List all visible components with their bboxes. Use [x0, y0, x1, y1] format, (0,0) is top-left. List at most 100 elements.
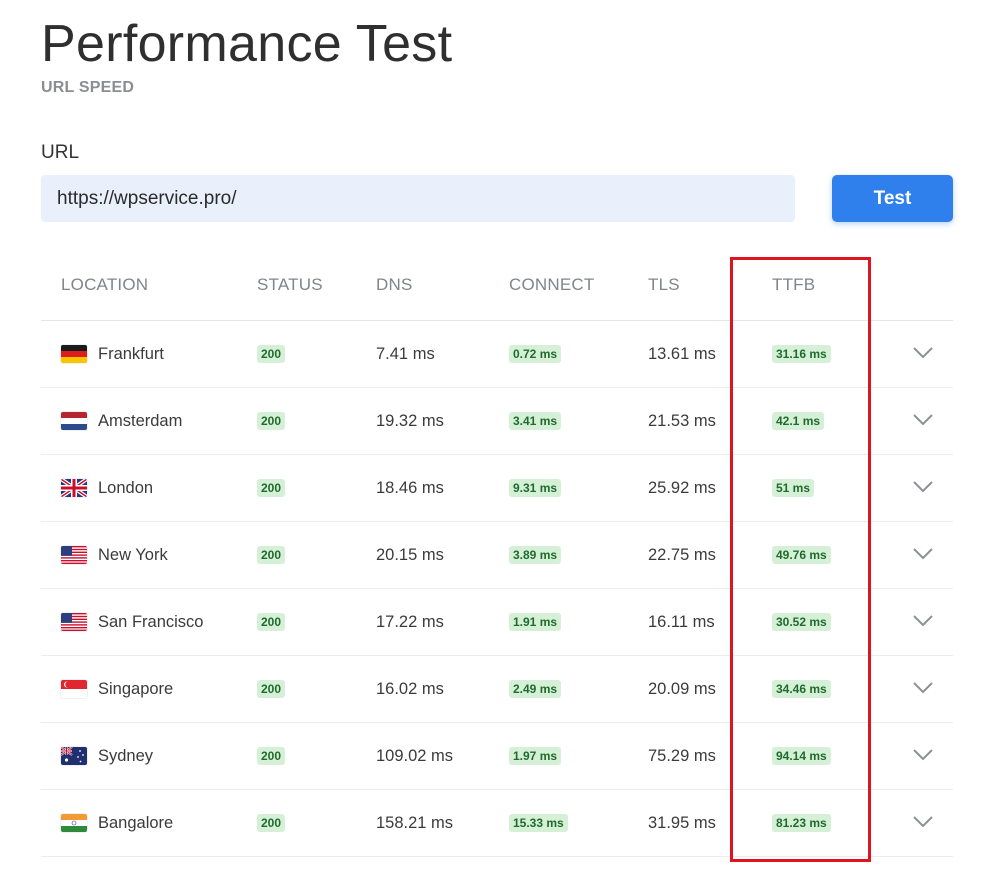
- chevron-down-icon[interactable]: [913, 413, 933, 427]
- connect-cell: 1.97 ms: [509, 723, 562, 789]
- dns-cell: 7.41 ms: [376, 344, 435, 363]
- tls-cell: 16.11 ms: [648, 612, 715, 631]
- chevron-down-icon[interactable]: [913, 547, 933, 561]
- status-cell: 200: [257, 790, 286, 856]
- ttfb-badge: 31.16 ms: [772, 345, 831, 363]
- table-row: London 200 18.46 ms 9.31 ms 25.92 ms 51 ms: [41, 455, 953, 522]
- tls-cell: 22.75 ms: [648, 545, 716, 564]
- header-ttfb: TTFB: [772, 275, 816, 294]
- location-cell: London: [61, 455, 153, 521]
- ttfb-badge: 34.46 ms: [772, 680, 831, 698]
- connect-cell: 1.91 ms: [509, 589, 562, 655]
- uk-flag-icon: [61, 479, 87, 497]
- location-cell: San Francisco: [61, 589, 203, 655]
- chevron-down-icon[interactable]: [913, 614, 933, 628]
- location-name: London: [98, 478, 154, 497]
- chevron-down-icon[interactable]: [913, 681, 933, 695]
- ttfb-cell: 51 ms: [772, 455, 815, 521]
- url-input[interactable]: [41, 175, 795, 222]
- table-row: Singapore 200 16.02 ms 2.49 ms 20.09 ms 34.46…: [41, 656, 953, 723]
- ttfb-cell: 49.76 ms: [772, 522, 831, 588]
- location-cell: Amsterdam: [61, 388, 182, 454]
- table-row: Sydney 200 109.02 ms 1.97 ms 75.29 ms 94.14 m…: [41, 723, 953, 790]
- connect-badge: 1.91 ms: [509, 613, 562, 631]
- connect-badge: 3.41 ms: [509, 412, 562, 430]
- status-badge: 200: [257, 479, 286, 497]
- dns-cell: 17.22 ms: [376, 612, 444, 631]
- status-badge: 200: [257, 546, 286, 564]
- singapore-flag-icon: [61, 680, 87, 698]
- chevron-down-icon[interactable]: [913, 815, 933, 829]
- table-row: Frankfurt 200 7.41 ms 0.72 ms 13.61 ms 31.16 …: [41, 321, 953, 388]
- chevron-down-icon[interactable]: [913, 346, 933, 360]
- page-title: Performance Test: [41, 15, 453, 73]
- connect-badge: 9.31 ms: [509, 479, 562, 497]
- location-cell: Frankfurt: [61, 321, 164, 387]
- dns-cell: 109.02 ms: [376, 746, 454, 765]
- connect-cell: 0.72 ms: [509, 321, 562, 387]
- location-cell: Bangalore: [61, 790, 173, 856]
- ttfb-cell: 94.14 ms: [772, 723, 831, 789]
- tls-cell: 21.53 ms: [648, 411, 716, 430]
- location-cell: New York: [61, 522, 168, 588]
- test-button[interactable]: Test: [832, 175, 953, 222]
- location-name: Singapore: [98, 679, 174, 698]
- ttfb-cell: 31.16 ms: [772, 321, 831, 387]
- table-body: Frankfurt 200 7.41 ms 0.72 ms 13.61 ms 31.16 …: [41, 321, 953, 857]
- header-status: STATUS: [257, 275, 323, 294]
- ttfb-badge: 49.76 ms: [772, 546, 831, 564]
- table-row: Amsterdam 200 19.32 ms 3.41 ms 21.53 ms 42.1 …: [41, 388, 953, 455]
- tls-cell: 75.29 ms: [648, 746, 716, 765]
- ttfb-badge: 30.52 ms: [772, 613, 831, 631]
- ttfb-badge: 94.14 ms: [772, 747, 831, 765]
- url-label: URL: [41, 142, 80, 163]
- status-cell: 200: [257, 522, 286, 588]
- connect-badge: 2.49 ms: [509, 680, 562, 698]
- tls-cell: 31.95 ms: [648, 813, 716, 832]
- ttfb-cell: 81.23 ms: [772, 790, 831, 856]
- connect-badge: 3.89 ms: [509, 546, 562, 564]
- india-flag-icon: [61, 814, 87, 832]
- status-badge: 200: [257, 412, 286, 430]
- table-header: LOCATION STATUS DNS CONNECT TLS TTFB: [41, 251, 953, 321]
- status-badge: 200: [257, 814, 286, 832]
- chevron-down-icon[interactable]: [913, 748, 933, 762]
- ttfb-cell: 30.52 ms: [772, 589, 831, 655]
- connect-cell: 15.33 ms: [509, 790, 568, 856]
- status-cell: 200: [257, 723, 286, 789]
- location-name: Amsterdam: [98, 411, 183, 430]
- status-badge: 200: [257, 613, 286, 631]
- table-row: San Francisco 200 17.22 ms 1.91 ms 16.11 ms 3…: [41, 589, 953, 656]
- dns-cell: 16.02 ms: [376, 679, 444, 698]
- ttfb-badge: 42.1 ms: [772, 412, 825, 430]
- tls-cell: 20.09 ms: [648, 679, 716, 698]
- connect-cell: 3.41 ms: [509, 388, 562, 454]
- status-badge: 200: [257, 345, 286, 363]
- connect-cell: 9.31 ms: [509, 455, 562, 521]
- status-badge: 200: [257, 680, 286, 698]
- header-tls: TLS: [648, 275, 680, 294]
- connect-cell: 3.89 ms: [509, 522, 562, 588]
- tls-cell: 13.61 ms: [648, 344, 716, 363]
- usa-flag-icon: [61, 613, 87, 631]
- netherlands-flag-icon: [61, 412, 87, 430]
- location-name: San Francisco: [98, 612, 204, 631]
- location-name: Frankfurt: [98, 344, 165, 363]
- location-cell: Singapore: [61, 656, 173, 722]
- results-table: LOCATION STATUS DNS CONNECT TLS TTFB Fra…: [41, 251, 953, 857]
- dns-cell: 18.46 ms: [376, 478, 444, 497]
- status-cell: 200: [257, 321, 286, 387]
- chevron-down-icon[interactable]: [913, 480, 933, 494]
- location-cell: Sydney: [61, 723, 153, 789]
- header-dns: DNS: [376, 275, 413, 294]
- germany-flag-icon: [61, 345, 87, 363]
- ttfb-cell: 42.1 ms: [772, 388, 825, 454]
- ttfb-badge: 81.23 ms: [772, 814, 831, 832]
- australia-flag-icon: [61, 747, 87, 765]
- status-cell: 200: [257, 656, 286, 722]
- connect-badge: 0.72 ms: [509, 345, 562, 363]
- status-cell: 200: [257, 589, 286, 655]
- table-row: Bangalore 200 158.21 ms 15.33 ms 31.95 ms 81.…: [41, 790, 953, 857]
- location-name: New York: [98, 545, 168, 564]
- dns-cell: 19.32 ms: [376, 411, 444, 430]
